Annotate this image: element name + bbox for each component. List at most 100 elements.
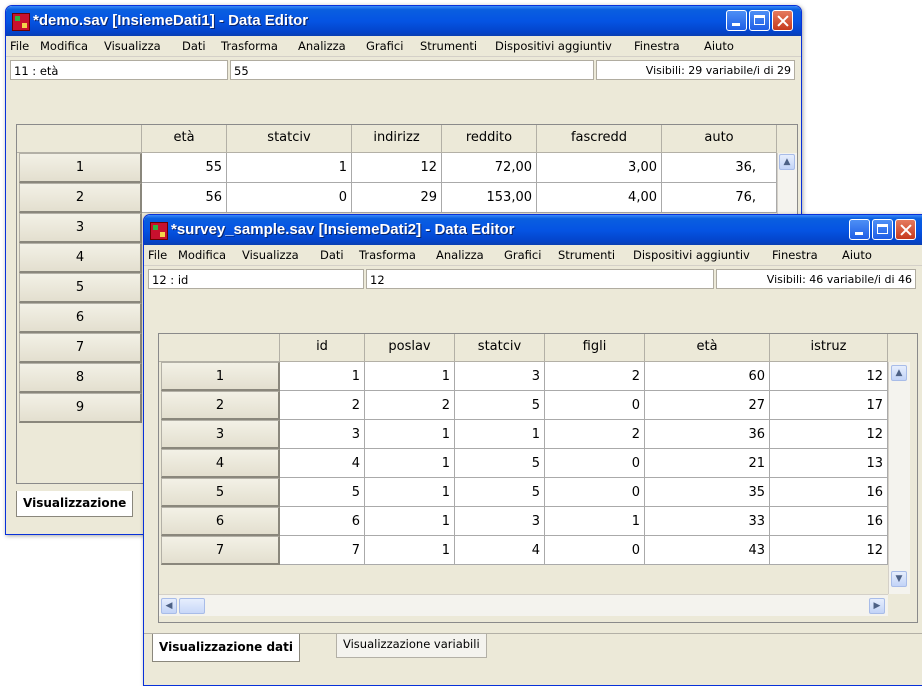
- data-cell[interactable]: 3: [455, 507, 545, 536]
- column-header[interactable]: indirizz: [352, 125, 442, 153]
- menu-finestra[interactable]: Finestra: [634, 39, 680, 53]
- menu-file[interactable]: File: [148, 248, 167, 262]
- data-cell[interactable]: 29: [352, 183, 442, 213]
- data-cell[interactable]: 3: [455, 362, 545, 391]
- data-cell[interactable]: 56: [142, 183, 227, 213]
- data-cell[interactable]: 1: [365, 507, 455, 536]
- data-cell[interactable]: 2: [545, 420, 645, 449]
- row-header[interactable]: 7: [19, 333, 142, 363]
- tab-variable-view[interactable]: Visualizzazione variabili: [336, 634, 487, 658]
- data-cell[interactable]: 1: [365, 536, 455, 565]
- column-header[interactable]: poslav: [365, 334, 455, 362]
- column-header[interactable]: figli: [545, 334, 645, 362]
- column-header[interactable]: id: [280, 334, 365, 362]
- menu-modifica[interactable]: Modifica: [40, 39, 88, 53]
- column-header[interactable]: statciv: [227, 125, 352, 153]
- data-cell[interactable]: 43: [645, 536, 770, 565]
- data-cell[interactable]: 33: [645, 507, 770, 536]
- column-header[interactable]: istruz: [770, 334, 888, 362]
- menu-dispositivi[interactable]: Dispositivi aggiuntiv: [633, 248, 750, 262]
- row-header[interactable]: 5: [161, 478, 280, 507]
- maximize-button[interactable]: [872, 219, 893, 240]
- row-header[interactable]: 4: [161, 449, 280, 478]
- menu-analizza[interactable]: Analizza: [298, 39, 346, 53]
- data-cell[interactable]: 12: [770, 362, 888, 391]
- row-header[interactable]: 2: [19, 183, 142, 213]
- menu-visualizza[interactable]: Visualizza: [104, 39, 161, 53]
- row-header[interactable]: 8: [19, 363, 142, 393]
- data-cell[interactable]: 7: [280, 536, 365, 565]
- menu-analizza[interactable]: Analizza: [436, 248, 484, 262]
- scroll-down-icon[interactable]: ▼: [891, 571, 907, 587]
- data-cell[interactable]: 16: [770, 478, 888, 507]
- scroll-up-icon[interactable]: ▲: [891, 365, 907, 381]
- data-cell[interactable]: 1: [365, 449, 455, 478]
- column-header[interactable]: età: [645, 334, 770, 362]
- column-header[interactable]: fascredd: [537, 125, 662, 153]
- scroll-right-icon[interactable]: ▶: [869, 598, 885, 614]
- menu-grafici[interactable]: Grafici: [366, 39, 403, 53]
- data-cell[interactable]: 153,00: [442, 183, 537, 213]
- title-bar[interactable]: *survey_sample.sav [InsiemeDati2] - Data…: [144, 215, 922, 245]
- column-header[interactable]: età: [142, 125, 227, 153]
- menu-strumenti[interactable]: Strumenti: [558, 248, 615, 262]
- close-button[interactable]: [895, 219, 916, 240]
- row-header[interactable]: 7: [161, 536, 280, 565]
- data-grid[interactable]: id poslav statciv figli età istruz 1 2 3…: [158, 333, 918, 623]
- survey-data-editor-window[interactable]: *survey_sample.sav [InsiemeDati2] - Data…: [143, 214, 922, 686]
- data-cell[interactable]: 17: [770, 391, 888, 420]
- data-cell[interactable]: 72,00: [442, 153, 537, 183]
- data-cell[interactable]: 5: [455, 391, 545, 420]
- column-header[interactable]: reddito: [442, 125, 537, 153]
- data-cell[interactable]: 5: [455, 449, 545, 478]
- data-cell[interactable]: 1: [365, 478, 455, 507]
- row-header[interactable]: 6: [161, 507, 280, 536]
- data-cell[interactable]: 13: [770, 449, 888, 478]
- data-cell[interactable]: 0: [545, 449, 645, 478]
- data-cell[interactable]: 55: [142, 153, 227, 183]
- data-cell[interactable]: 1: [365, 362, 455, 391]
- data-cell[interactable]: 1: [280, 362, 365, 391]
- data-cell[interactable]: 4: [455, 536, 545, 565]
- tab-data-view[interactable]: Visualizzazione: [16, 491, 134, 517]
- data-cell[interactable]: 5: [280, 478, 365, 507]
- vertical-scrollbar[interactable]: ▲ ▼: [888, 362, 910, 594]
- row-header[interactable]: 1: [161, 362, 280, 391]
- menu-aiuto[interactable]: Aiuto: [704, 39, 734, 53]
- scroll-up-icon[interactable]: ▲: [779, 154, 795, 170]
- row-header[interactable]: 9: [19, 393, 142, 423]
- data-cell[interactable]: 12: [770, 536, 888, 565]
- row-header[interactable]: 4: [19, 243, 142, 273]
- row-header[interactable]: 2: [161, 391, 280, 420]
- menu-dispositivi[interactable]: Dispositivi aggiuntiv: [495, 39, 612, 53]
- title-bar[interactable]: *demo.sav [InsiemeDati1] - Data Editor: [6, 6, 801, 36]
- data-cell[interactable]: 3,00: [537, 153, 662, 183]
- tab-data-view[interactable]: Visualizzazione dati: [152, 634, 301, 662]
- column-header[interactable]: auto: [662, 125, 777, 153]
- data-cell[interactable]: 0: [545, 478, 645, 507]
- scroll-left-icon[interactable]: ◀: [161, 598, 177, 614]
- data-cell[interactable]: 0: [227, 183, 352, 213]
- column-header[interactable]: statciv: [455, 334, 545, 362]
- data-cell[interactable]: 4: [280, 449, 365, 478]
- horizontal-scroll-thumb[interactable]: [179, 598, 205, 614]
- row-header[interactable]: 3: [19, 213, 142, 243]
- menu-file[interactable]: File: [10, 39, 29, 53]
- menu-dati[interactable]: Dati: [182, 39, 206, 53]
- row-header[interactable]: 1: [19, 153, 142, 183]
- data-cell[interactable]: 35: [645, 478, 770, 507]
- data-cell[interactable]: 1: [455, 420, 545, 449]
- menu-dati[interactable]: Dati: [320, 248, 344, 262]
- row-header[interactable]: 5: [19, 273, 142, 303]
- cell-value-input[interactable]: 12: [366, 269, 714, 289]
- data-cell[interactable]: 2: [280, 391, 365, 420]
- menu-trasforma[interactable]: Trasforma: [221, 39, 278, 53]
- menu-strumenti[interactable]: Strumenti: [420, 39, 477, 53]
- data-cell[interactable]: 36: [645, 420, 770, 449]
- data-cell[interactable]: 2: [365, 391, 455, 420]
- data-cell[interactable]: 12: [770, 420, 888, 449]
- data-cell[interactable]: 36,: [662, 153, 777, 183]
- data-cell[interactable]: 27: [645, 391, 770, 420]
- menu-visualizza[interactable]: Visualizza: [242, 248, 299, 262]
- minimize-button[interactable]: [849, 219, 870, 240]
